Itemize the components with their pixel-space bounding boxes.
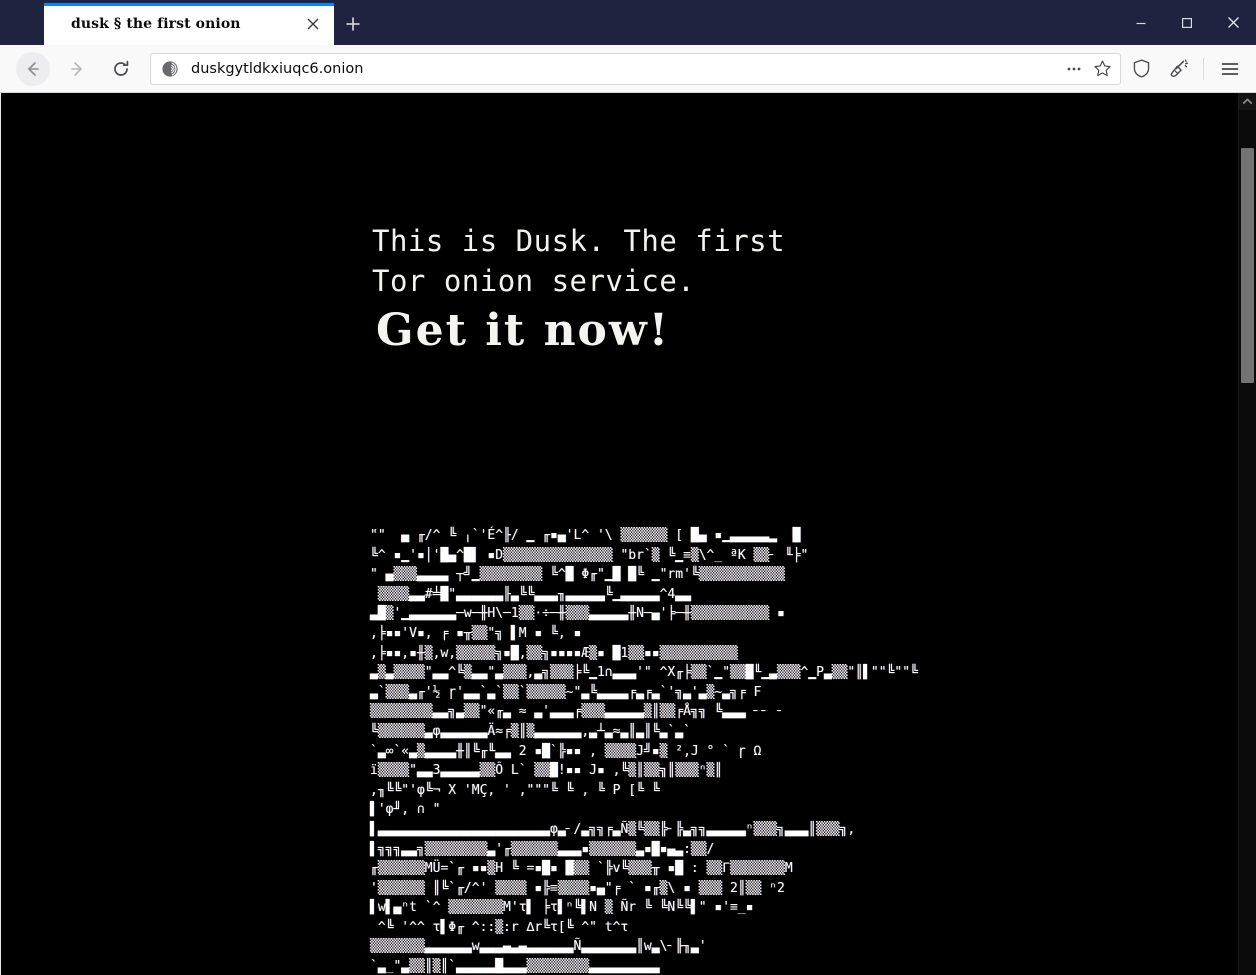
window-controls xyxy=(1118,0,1256,45)
maximize-icon[interactable] xyxy=(1164,0,1210,45)
url-input[interactable]: duskgytldkxiuqc6.onion xyxy=(191,61,1060,77)
bookmark-star-icon[interactable] xyxy=(1088,55,1116,83)
new-identity-broom-icon[interactable] xyxy=(1161,51,1197,87)
minimize-icon[interactable] xyxy=(1118,0,1164,45)
scroll-up-arrow-icon[interactable] xyxy=(1239,93,1256,110)
tab-strip-spacer xyxy=(0,0,44,45)
window-left-edge xyxy=(0,93,1,975)
shield-icon[interactable] xyxy=(1123,51,1159,87)
back-button[interactable] xyxy=(16,51,50,86)
hamburger-menu-icon[interactable] xyxy=(1212,51,1248,87)
page-cta-heading[interactable]: Get it now! xyxy=(376,305,670,357)
content-area: This is Dusk. The first Tor onion servic… xyxy=(0,93,1256,975)
reload-button[interactable] xyxy=(104,52,138,86)
close-window-icon[interactable] xyxy=(1210,0,1256,45)
new-tab-button[interactable] xyxy=(334,3,372,45)
vertical-scrollbar[interactable] xyxy=(1238,93,1256,975)
browser-tab-active[interactable]: dusk § the first onion xyxy=(44,3,334,45)
forward-button xyxy=(60,52,94,86)
web-page: This is Dusk. The first Tor onion servic… xyxy=(0,93,1238,975)
navigation-toolbar: duskgytldkxiuqc6.onion xyxy=(0,45,1256,93)
toolbar-divider xyxy=(1203,57,1204,80)
tab-active-accent xyxy=(44,3,334,6)
onion-icon[interactable] xyxy=(161,60,179,78)
url-bar[interactable]: duskgytldkxiuqc6.onion xyxy=(150,52,1121,85)
page-actions-icon[interactable] xyxy=(1060,55,1088,83)
page-headline: This is Dusk. The first Tor onion servic… xyxy=(372,224,786,298)
close-icon[interactable] xyxy=(302,13,324,35)
scrollbar-thumb[interactable] xyxy=(1241,148,1254,383)
tab-strip: dusk § the first onion xyxy=(0,0,1256,45)
tab-title: dusk § the first onion xyxy=(71,16,241,32)
ascii-art-block: "" ▄ ╓/^ ╚ ╷`'É^╟/ ▁ ╓▪▄'L^ '\ ▒▒▒▒▒▒ [ … xyxy=(370,528,918,975)
browser-window: dusk § the first onion duskgytldkxiuqc6.… xyxy=(0,0,1256,975)
